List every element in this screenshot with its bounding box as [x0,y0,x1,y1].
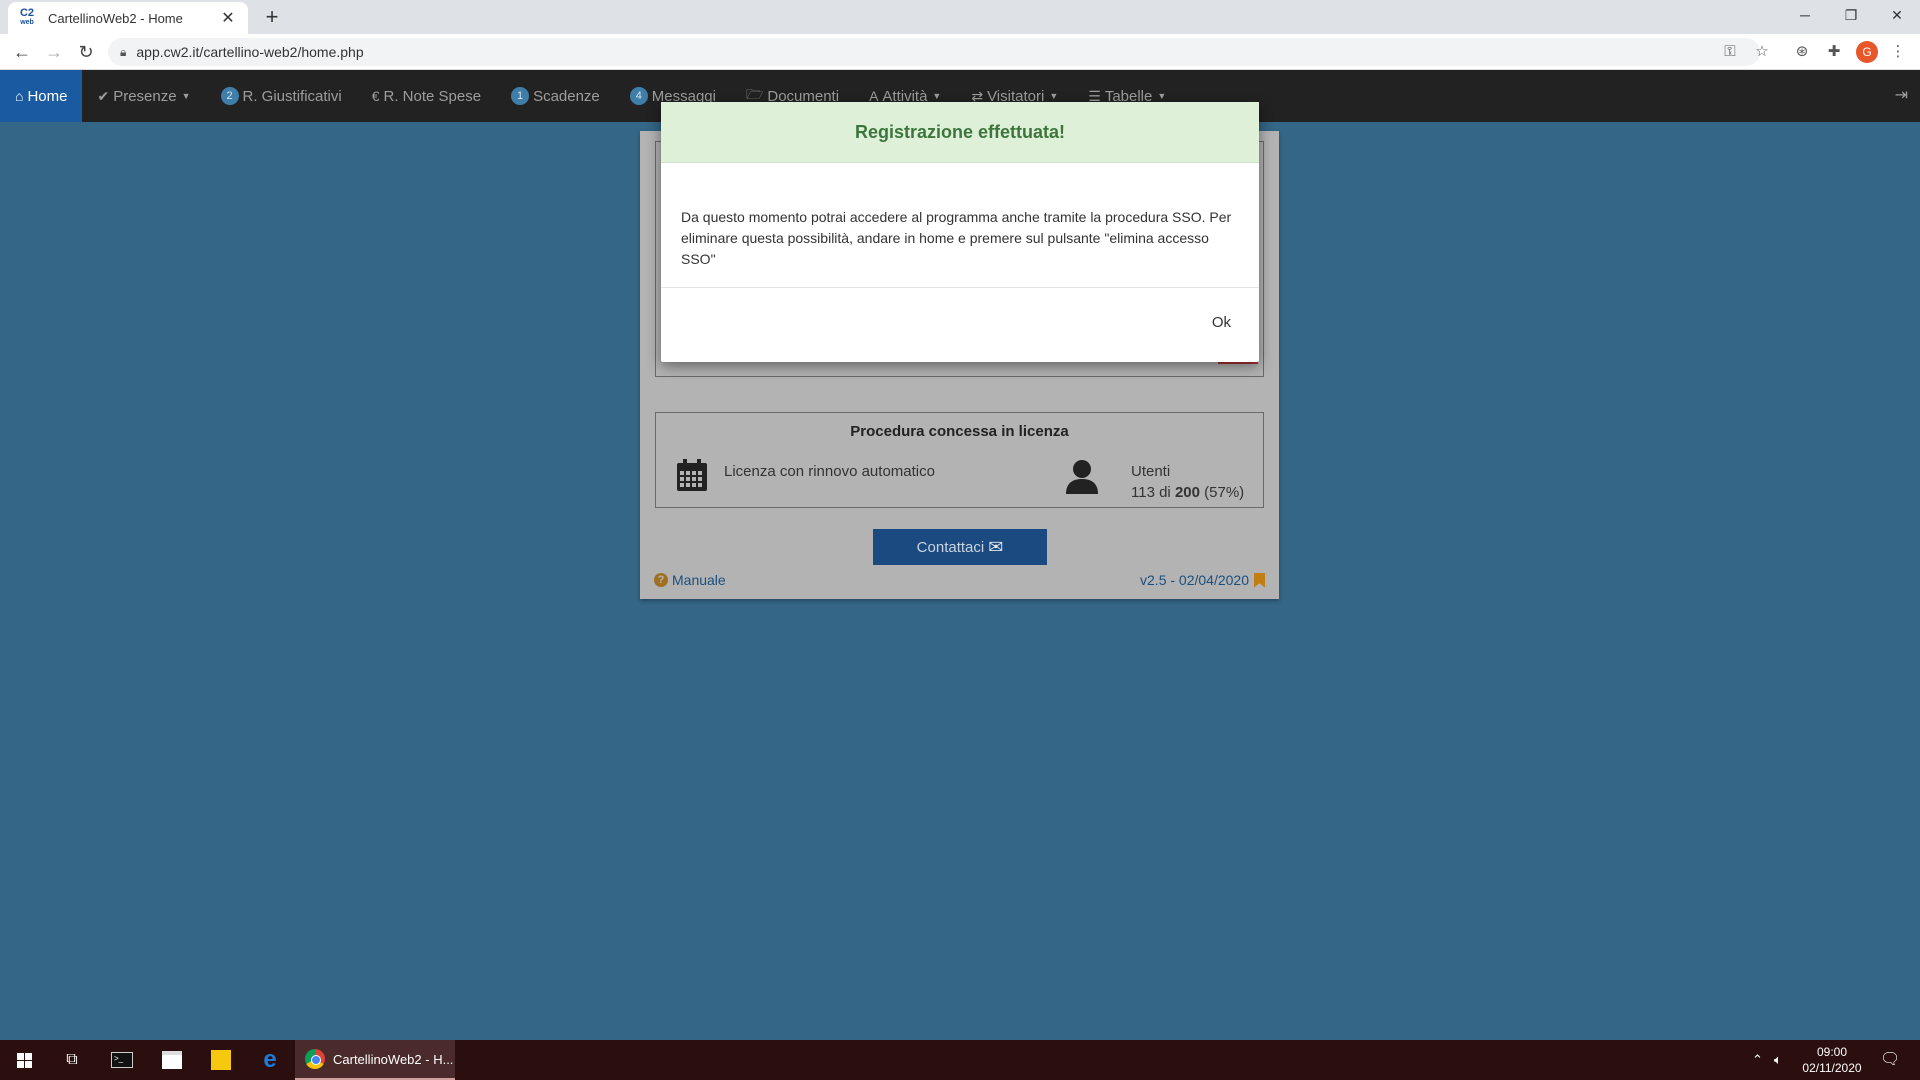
nav-label: R. Giustificativi [242,87,342,105]
browser-tabstrip: C2 web CartellinoWeb2 - Home ✕ + ─ ❐ ✕ [0,0,1920,34]
count-badge: 4 [629,87,648,105]
close-window-icon[interactable]: ✕ [1874,0,1920,30]
caret-down-icon: ▼ [1049,91,1059,101]
store-icon[interactable] [148,1040,196,1080]
license-title: Procedura concessa in licenza [850,423,1069,440]
browser-toolbar: ← → ↻ 🔒︎ app.cw2.it/cartellino-web2/home… [0,34,1920,70]
nav-label: R. Note Spese [383,87,482,105]
tray-chevron-icon[interactable]: ⌃ [1752,1040,1763,1080]
star-icon[interactable]: ☆ [1750,40,1774,64]
taskbar-chrome-window[interactable]: CartellinoWeb2 - H... [295,1040,455,1080]
terminal-icon[interactable]: >_ [98,1040,146,1080]
ok-button[interactable]: Ok [1212,314,1231,331]
task-title: CartellinoWeb2 - H... [333,1051,454,1067]
bookmark-icon [1254,572,1265,588]
users-count: 113 di 200 (57%) [1131,484,1244,501]
euro-icon: € [371,88,380,104]
browser-tab[interactable]: C2 web CartellinoWeb2 - Home ✕ [8,2,248,34]
volume-icon[interactable]: 🔈︎ [1774,1040,1782,1080]
caret-down-icon: ▼ [1157,91,1167,101]
users-total: 200 [1174,484,1200,501]
tab-title: CartellinoWeb2 - Home [48,10,183,26]
nav-label: Home [27,87,68,105]
caret-down-icon: ▼ [932,91,942,101]
clock-time: 09:00 [1816,1045,1848,1059]
menu-icon[interactable]: ⋮ [1886,40,1910,64]
address-bar[interactable]: 🔒︎ app.cw2.it/cartellino-web2/home.php [108,38,1760,66]
lock-icon[interactable]: 🔒︎ [120,45,126,60]
chrome-icon [305,1049,325,1069]
envelope-icon: ✉ [988,536,1004,557]
back-icon[interactable]: ← [8,38,36,66]
system-clock[interactable]: 09:00 02/11/2020 [1796,1044,1868,1076]
caret-down-icon: ▼ [181,91,191,101]
check-icon: ✔ [97,87,110,104]
puzzle-icon[interactable]: ✚ [1822,40,1846,64]
url-text: app.cw2.it/cartellino-web2/home.php [136,44,364,60]
nav-giustificativi[interactable]: 2 R. Giustificativi [206,70,357,122]
contact-button[interactable]: Contattaci ✉ [873,529,1047,565]
modal-title: Registrazione effettuata! [854,121,1066,142]
home-icon: ⌂ [15,88,24,104]
count-badge: 2 [220,87,239,105]
users-label: Utenti [1131,463,1171,480]
favicon-subtext: web [20,19,34,26]
nav-presenze[interactable]: ✔ Presenze ▼ [82,70,205,122]
nav-note-spese[interactable]: € R. Note Spese [357,70,496,122]
modal-header: Registrazione effettuata! [661,102,1259,163]
user-icon [1066,460,1098,494]
extension-icon[interactable]: ⊛ [1790,40,1814,64]
new-tab-button[interactable]: + [258,4,286,32]
modal-footer: Ok [661,288,1259,362]
sticky-notes-icon[interactable] [197,1040,245,1080]
count-badge: 1 [511,87,530,105]
key-icon[interactable]: ⚿ [1718,40,1742,64]
manual-link[interactable]: ? Manuale [654,572,726,588]
reload-icon[interactable]: ↻ [72,38,100,66]
users-used: 113 [1131,484,1155,501]
notification-icon[interactable]: 🗨︎ [1880,1040,1900,1080]
logout-icon[interactable]: ⇥ [1895,70,1908,122]
tab-close-icon[interactable]: ✕ [218,8,238,28]
success-modal: Registrazione effettuata! Da questo mome… [661,102,1259,362]
users-sep: di [1159,484,1171,501]
contact-label: Contattaci [916,538,985,556]
version-link[interactable]: v2.5 - 02/04/2020 [1140,572,1265,588]
nav-home[interactable]: ⌂ Home [0,70,83,122]
windows-start-icon[interactable] [0,1040,48,1080]
clock-date: 02/11/2020 [1802,1061,1862,1075]
modal-body: Da questo momento potrai accedere al pro… [661,163,1259,288]
nav-label: Presenze [113,87,177,105]
windows-taskbar: ⧉ >_ e CartellinoWeb2 - H... ⌃ 🔈︎ 09:00 … [0,1040,1920,1080]
nav-scadenze[interactable]: 1 Scadenze [496,70,615,122]
restore-icon[interactable]: ❐ [1828,0,1874,30]
license-box: Procedura concessa in licenza Licenza co… [655,412,1264,508]
minimize-icon[interactable]: ─ [1782,0,1828,30]
nav-label: Scadenze [533,87,600,105]
license-type: Licenza con rinnovo automatico [724,463,935,480]
users-pct: (57%) [1204,484,1245,501]
edge-icon[interactable]: e [246,1040,294,1080]
modal-message: Da questo momento potrai accedere al pro… [681,209,1232,267]
manual-label: Manuale [672,572,726,588]
task-view-icon[interactable]: ⧉ [48,1040,96,1080]
question-icon: ? [654,573,668,587]
profile-avatar[interactable]: G [1856,41,1878,63]
version-label: v2.5 - 02/04/2020 [1140,572,1249,588]
site-favicon-icon: C2 web [18,8,36,27]
calendar-icon [677,459,707,491]
forward-icon[interactable]: → [40,38,68,66]
